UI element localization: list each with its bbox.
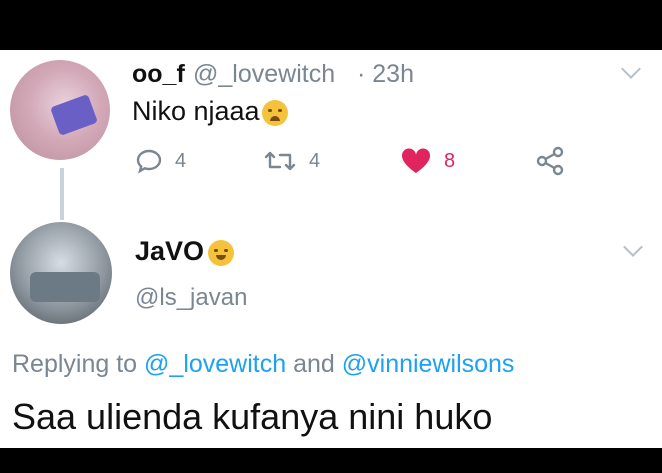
like-count: 8 xyxy=(444,149,456,172)
avatar[interactable] xyxy=(10,60,110,160)
tweet-author-handle[interactable]: @_lovewitch xyxy=(193,60,335,89)
mention-link[interactable]: @_lovewitch xyxy=(144,350,286,378)
avatar-image-content xyxy=(50,94,98,136)
share-button[interactable] xyxy=(535,146,565,176)
avatar[interactable] xyxy=(10,222,112,324)
reply-author[interactable]: JaVO xyxy=(135,236,235,267)
reply-button[interactable]: 4 xyxy=(135,146,186,176)
reply-author-handle[interactable]: @ls_javan xyxy=(135,284,247,312)
tweet-text-content: Niko njaaa xyxy=(132,96,260,126)
like-button[interactable]: 8 xyxy=(400,146,455,176)
reply-count: 4 xyxy=(175,149,187,172)
smiling-face-emoji-icon xyxy=(208,239,235,266)
replying-prefix: Replying to xyxy=(12,350,138,378)
thread-connector-line xyxy=(60,168,64,220)
mention-link[interactable]: @vinniewilsons xyxy=(342,350,515,378)
replying-to-line: Replying to @_lovewitch and @vinniewilso… xyxy=(12,350,514,379)
share-icon xyxy=(536,146,564,176)
replying-conjunction: and xyxy=(293,350,335,378)
reply-icon xyxy=(136,149,162,174)
retweet-button[interactable]: 4 xyxy=(263,146,320,176)
reply-text: Saa ulienda kufanya nini huko xyxy=(12,396,493,437)
tweet-author-name[interactable]: oo_f xyxy=(132,60,185,89)
tweet-text: Niko njaaa xyxy=(132,96,288,127)
crying-face-emoji-icon xyxy=(261,99,288,126)
reply-author-name: JaVO xyxy=(135,236,205,266)
avatar-image-content xyxy=(30,272,100,302)
heart-icon xyxy=(401,148,431,173)
tweet-timestamp[interactable]: · 23h xyxy=(357,60,414,89)
retweet-icon xyxy=(264,151,296,171)
retweet-count: 4 xyxy=(309,149,321,172)
